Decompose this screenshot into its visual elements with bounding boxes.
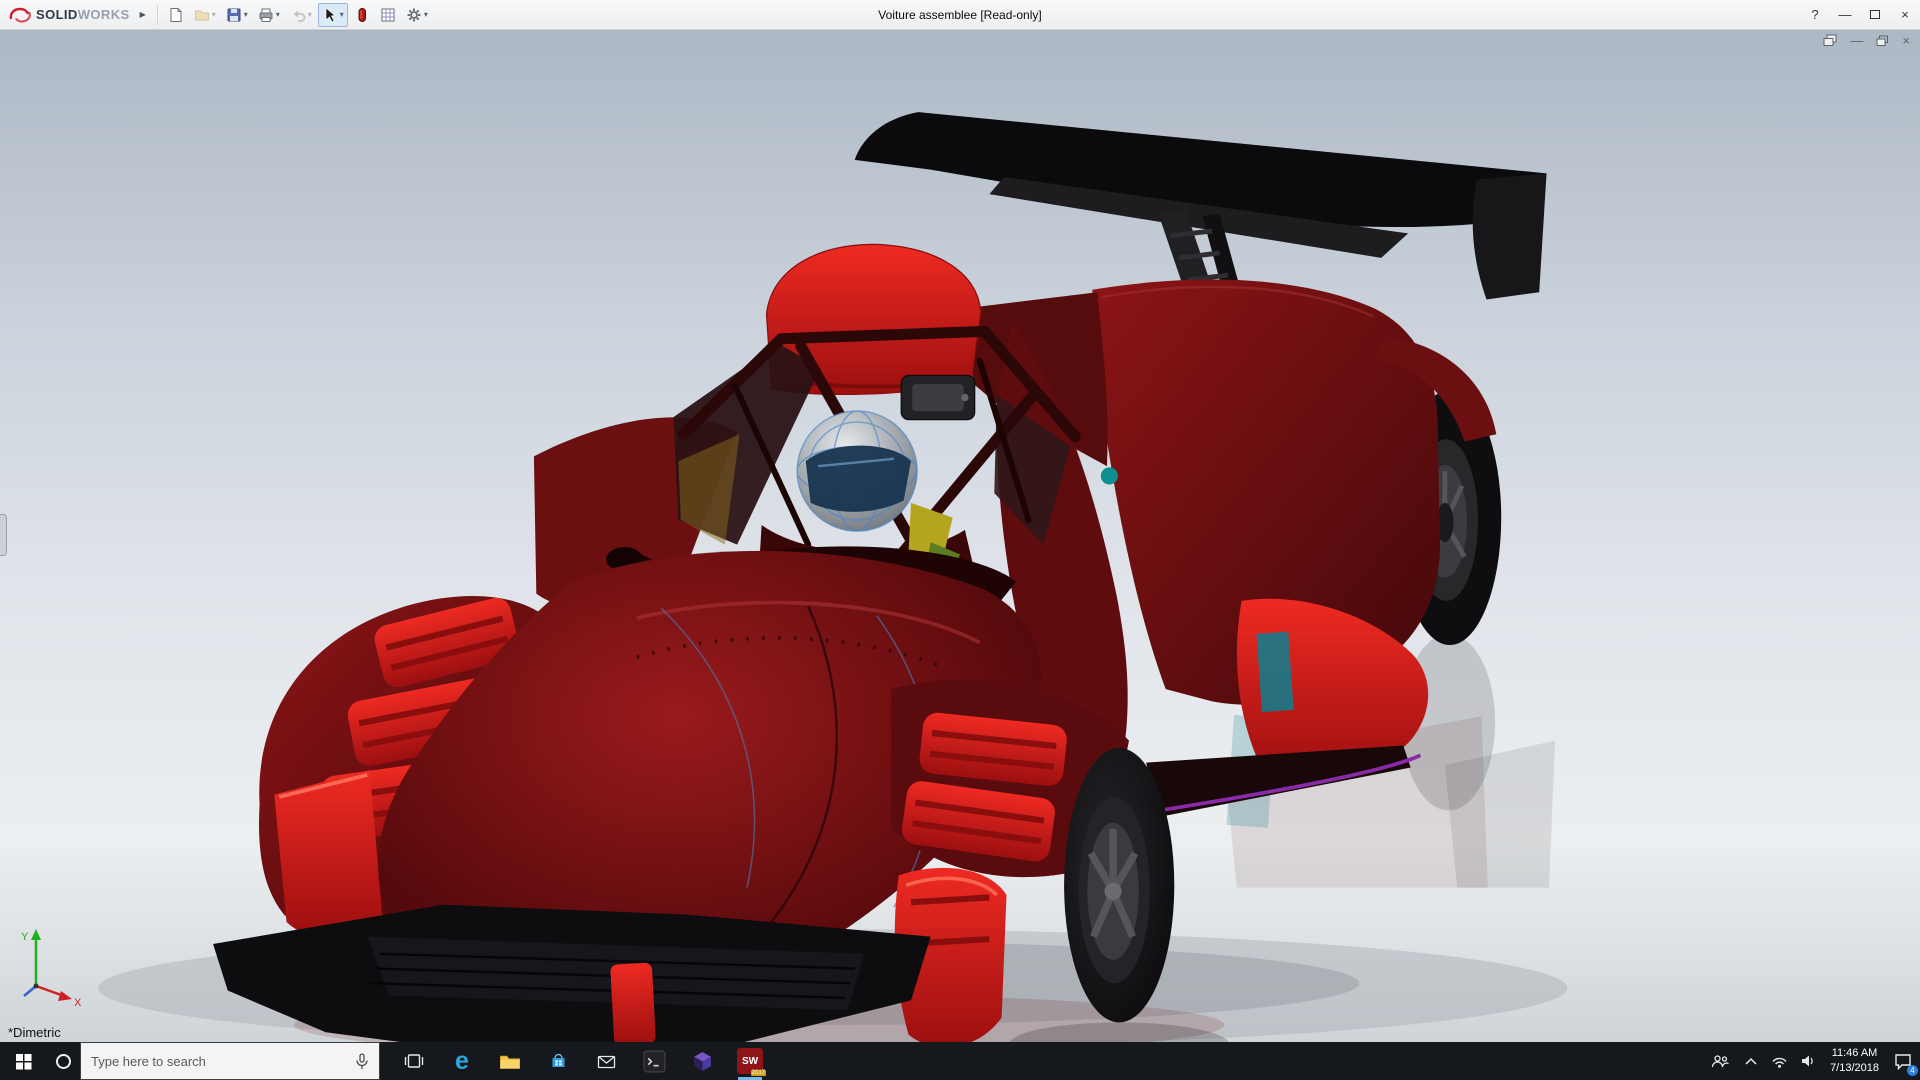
microphone-icon[interactable] xyxy=(355,1053,369,1070)
x-axis-arrow[interactable] xyxy=(58,991,72,1001)
action-center-button[interactable]: 4 xyxy=(1887,1042,1920,1080)
store-icon xyxy=(549,1052,568,1070)
options-button[interactable]: ▾ xyxy=(402,3,432,27)
panel-collapse-handle[interactable] xyxy=(0,514,7,556)
x-axis-label: X xyxy=(74,997,82,1008)
3d-cube-icon xyxy=(691,1050,714,1073)
wifi-icon xyxy=(1772,1055,1787,1068)
edge-button[interactable]: e xyxy=(438,1042,486,1080)
brand-text: SOLIDWORKS xyxy=(36,7,130,22)
start-button[interactable] xyxy=(0,1042,46,1080)
new-document-icon xyxy=(168,7,184,23)
orientation-triad[interactable]: Y X xyxy=(16,922,86,1008)
print-caret[interactable]: ▾ xyxy=(276,10,280,19)
notification-badge: 4 xyxy=(1907,1065,1918,1076)
task-view-icon xyxy=(404,1052,424,1070)
3d-viewer-button[interactable] xyxy=(678,1042,726,1080)
help-button[interactable]: ? xyxy=(1800,0,1830,29)
print-icon xyxy=(258,7,274,23)
mail-icon xyxy=(597,1053,616,1070)
volume-button[interactable] xyxy=(1794,1042,1822,1080)
select-cursor-icon xyxy=(322,7,338,23)
terminal-icon xyxy=(643,1050,666,1073)
window-title: Voiture assemblee [Read-only] xyxy=(878,8,1041,22)
undo-icon xyxy=(290,7,306,23)
solidworks-app-icon: SW 2017 xyxy=(737,1048,763,1074)
speaker-icon xyxy=(1801,1053,1815,1069)
view-orientation-label: *Dimetric xyxy=(8,1025,61,1040)
front-wheel[interactable] xyxy=(1064,748,1174,1022)
titlebar: SOLIDWORKS ▶ ▾ ▾ ▾ ▾ xyxy=(0,0,1920,30)
document-window-controls: — × xyxy=(1823,34,1910,47)
appearance-icon xyxy=(354,7,370,23)
windows-start-icon xyxy=(15,1053,32,1070)
solidworks-taskbar-button[interactable]: SW 2017 xyxy=(726,1042,774,1080)
edge-icon: e xyxy=(455,1049,469,1074)
y-axis-label: Y xyxy=(21,931,29,943)
toolbar-flyout-arrow[interactable]: ▶ xyxy=(134,6,152,23)
open-button[interactable]: ▾ xyxy=(190,3,220,27)
car-3d-model[interactable] xyxy=(0,30,1920,1042)
close-button[interactable]: × xyxy=(1890,0,1920,29)
taskbar: e xyxy=(0,1042,1920,1080)
people-icon xyxy=(1711,1054,1730,1068)
clock-time: 11:46 AM xyxy=(1830,1046,1879,1061)
camera-pod[interactable] xyxy=(901,376,974,420)
design-table-icon xyxy=(380,7,396,23)
network-button[interactable] xyxy=(1765,1042,1794,1080)
undo-caret[interactable]: ▾ xyxy=(308,10,312,19)
doc-close-button[interactable]: × xyxy=(1902,34,1910,47)
options-caret[interactable]: ▾ xyxy=(424,10,428,19)
driver-helmet[interactable] xyxy=(797,411,917,531)
doc-restore-icon[interactable] xyxy=(1876,35,1889,47)
chevron-up-icon xyxy=(1744,1056,1758,1066)
solidworks-logo-icon xyxy=(8,6,32,24)
select-tool-button[interactable]: ▾ xyxy=(318,3,348,27)
graphics-area[interactable]: — × Y X *Dimetric xyxy=(0,30,1920,1042)
save-button[interactable]: ▾ xyxy=(222,3,252,27)
maximize-button[interactable] xyxy=(1860,0,1890,29)
separator xyxy=(157,5,158,25)
save-icon xyxy=(226,7,242,23)
taskbar-search[interactable] xyxy=(80,1042,380,1080)
cortana-button[interactable] xyxy=(46,1042,80,1080)
print-button[interactable]: ▾ xyxy=(254,3,284,27)
open-caret[interactable]: ▾ xyxy=(212,10,216,19)
select-caret[interactable]: ▾ xyxy=(340,10,344,19)
terminal-button[interactable] xyxy=(630,1042,678,1080)
file-explorer-icon xyxy=(499,1053,521,1070)
appearance-button[interactable] xyxy=(350,3,374,27)
open-folder-icon xyxy=(194,7,210,23)
taskbar-apps: e xyxy=(390,1042,774,1080)
cortana-circle-icon xyxy=(56,1054,71,1069)
task-view-button[interactable] xyxy=(390,1042,438,1080)
design-table-button[interactable] xyxy=(376,3,400,27)
solidworks-logo: SOLIDWORKS xyxy=(8,6,130,24)
search-input[interactable] xyxy=(91,1054,347,1069)
clock-date: 7/13/2018 xyxy=(1830,1061,1879,1076)
system-tray: 11:46 AM 7/13/2018 4 xyxy=(1704,1042,1920,1080)
gear-icon xyxy=(406,7,422,23)
tray-overflow-button[interactable] xyxy=(1737,1042,1765,1080)
store-button[interactable] xyxy=(534,1042,582,1080)
undo-button[interactable]: ▾ xyxy=(286,3,316,27)
doc-minimize-button[interactable]: — xyxy=(1850,34,1863,47)
minimize-button[interactable]: — xyxy=(1830,0,1860,29)
y-axis-arrow[interactable] xyxy=(31,929,41,940)
new-document-button[interactable] xyxy=(164,3,188,27)
save-caret[interactable]: ▾ xyxy=(244,10,248,19)
taskbar-clock[interactable]: 11:46 AM 7/13/2018 xyxy=(1822,1042,1887,1080)
mail-button[interactable] xyxy=(582,1042,630,1080)
people-button[interactable] xyxy=(1704,1042,1737,1080)
file-explorer-button[interactable] xyxy=(486,1042,534,1080)
maximize-icon xyxy=(1870,10,1880,19)
cascade-windows-icon[interactable] xyxy=(1823,34,1837,47)
